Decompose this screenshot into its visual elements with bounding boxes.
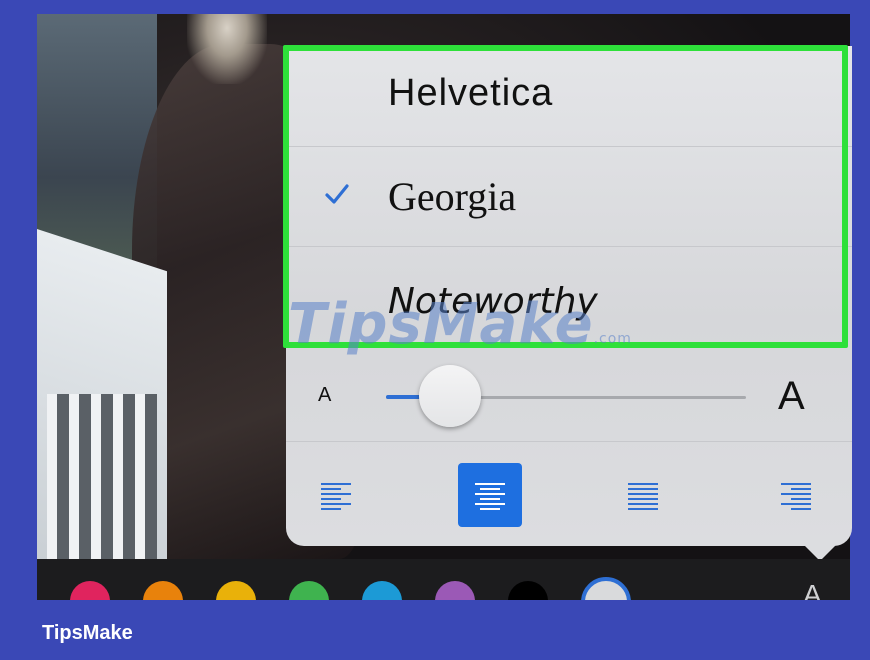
align-left-icon	[321, 483, 351, 510]
bottom-toolbar: A	[37, 559, 850, 600]
color-swatch-red[interactable]	[70, 581, 110, 600]
align-center-icon	[475, 483, 505, 510]
align-right-button[interactable]	[764, 463, 828, 527]
font-size-large-label: A	[778, 374, 805, 418]
watermark-text: TipsMake	[288, 292, 594, 357]
watermark: TipsMake.com	[288, 292, 632, 357]
alignment-row	[286, 443, 852, 546]
font-size-slider-thumb[interactable]	[419, 365, 481, 427]
color-swatch-black[interactable]	[508, 581, 548, 600]
color-swatch-orange[interactable]	[143, 581, 183, 600]
align-center-button[interactable]	[458, 463, 522, 527]
photo-railing-bars	[47, 394, 157, 559]
image-frame: Helvetica Georgia Noteworthy A A TipsMak…	[0, 0, 870, 660]
photo-subject-hair	[187, 14, 267, 84]
align-left-button[interactable]	[304, 463, 368, 527]
brand-bar: TipsMake	[0, 600, 870, 660]
brand-name: TipsMake	[42, 622, 133, 644]
color-swatch-yellow[interactable]	[216, 581, 256, 600]
justify-button[interactable]	[611, 463, 675, 527]
color-swatch-purple[interactable]	[435, 581, 475, 600]
justify-icon	[628, 483, 658, 510]
align-right-icon	[781, 483, 811, 510]
font-size-small-label: A	[318, 384, 332, 406]
color-swatch-green[interactable]	[289, 581, 329, 600]
watermark-suffix: .com	[593, 331, 632, 347]
color-swatch-blue[interactable]	[362, 581, 402, 600]
text-format-button[interactable]: A	[803, 579, 822, 600]
font-size-slider-row: A A	[286, 346, 852, 442]
color-swatch-white[interactable]	[581, 577, 631, 600]
